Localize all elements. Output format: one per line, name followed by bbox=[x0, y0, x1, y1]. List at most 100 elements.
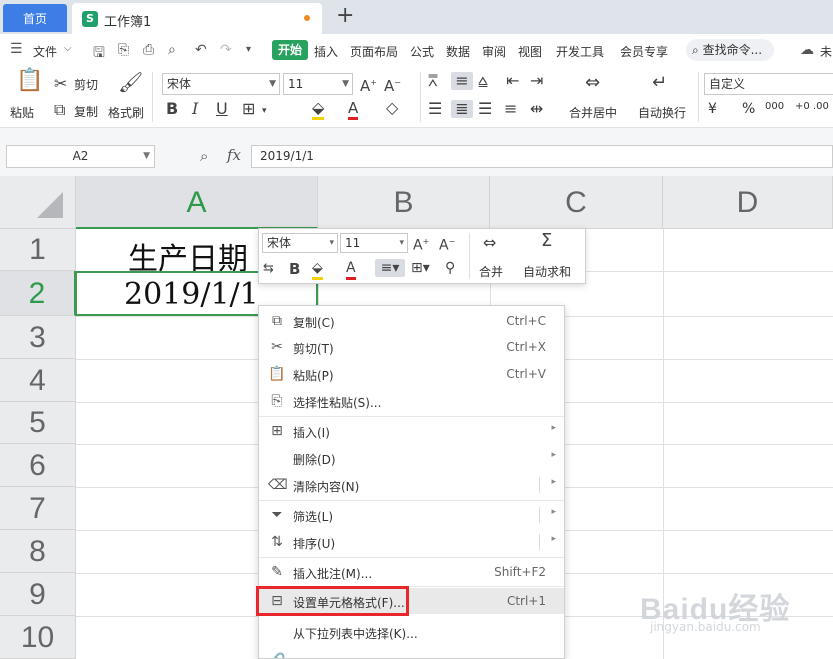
bold-icon[interactable]: B bbox=[166, 100, 178, 118]
select-all-corner[interactable] bbox=[0, 176, 76, 229]
tab-home[interactable]: 首页 bbox=[3, 4, 67, 32]
menu-item-paste-special[interactable]: ⎘ 选择性粘贴(S)... bbox=[259, 388, 564, 414]
row-header-9[interactable]: 9 bbox=[0, 573, 76, 616]
column-header-a[interactable]: A bbox=[76, 176, 318, 229]
menu-icon[interactable]: ☰ bbox=[10, 41, 23, 57]
indent-decrease-icon[interactable]: ⇤ bbox=[506, 72, 519, 90]
align-center-icon[interactable]: ≡▾ bbox=[375, 259, 405, 277]
paste-icon[interactable]: 📋 bbox=[16, 70, 43, 92]
increase-font-icon[interactable]: A+ bbox=[413, 233, 429, 255]
menu-item-pick-from-list[interactable]: 从下拉列表中选择(K)... bbox=[259, 619, 564, 645]
fill-color-icon[interactable]: ⬙ bbox=[312, 99, 325, 120]
tab-view[interactable]: 视图 bbox=[518, 43, 542, 60]
column-header-c[interactable]: C bbox=[490, 176, 663, 229]
merge-icon[interactable]: ⇔ bbox=[483, 234, 496, 252]
row-header-7[interactable]: 7 bbox=[0, 487, 76, 530]
print-icon[interactable]: ⎙ bbox=[143, 42, 154, 58]
row-header-8[interactable]: 8 bbox=[0, 530, 76, 573]
align-left-icon[interactable]: ☰ bbox=[428, 100, 442, 118]
fx-icon[interactable]: fx bbox=[227, 146, 241, 164]
redo-icon[interactable]: ↷ bbox=[220, 42, 232, 58]
align-right-icon[interactable]: ☰ bbox=[478, 100, 492, 118]
menu-item-filter[interactable]: ⏷ 筛选(L) ▸ bbox=[259, 502, 564, 528]
row-header-2[interactable]: 2 bbox=[0, 271, 76, 316]
justify-icon[interactable]: ≡ bbox=[504, 100, 517, 118]
menu-item-clear-contents[interactable]: ⌫ 清除内容(N) ▸ bbox=[259, 472, 564, 498]
menu-item-cut[interactable]: ✂ 剪切(T) Ctrl+X bbox=[259, 334, 564, 360]
border-icon[interactable]: ⊞ bbox=[242, 100, 255, 118]
format-painter-button[interactable]: 格式刷 bbox=[108, 104, 144, 121]
menu-item-copy[interactable]: ⧉ 复制(C) Ctrl+C bbox=[259, 308, 564, 334]
decrease-font-icon[interactable]: A− bbox=[384, 74, 401, 95]
tab-member[interactable]: 会员专享 bbox=[620, 43, 668, 60]
tab-page-layout[interactable]: 页面布局 bbox=[350, 43, 398, 60]
mini-font-size-select[interactable]: 11 ▾ bbox=[340, 233, 408, 253]
percent-button[interactable]: % bbox=[742, 101, 755, 117]
formula-input[interactable]: 2019/1/1 bbox=[251, 145, 833, 168]
underline-icon[interactable]: U bbox=[216, 100, 228, 118]
new-tab-button[interactable]: + bbox=[336, 4, 354, 28]
mini-font-name-select[interactable]: 宋体 ▾ bbox=[262, 233, 338, 253]
align-top-icon[interactable]: ⩞ bbox=[428, 72, 438, 90]
search-command-box[interactable]: ⌕ 查找命令... bbox=[686, 39, 774, 61]
chevron-down-icon[interactable]: ⌵ bbox=[64, 43, 72, 54]
border-icon[interactable]: ⊞▾ bbox=[411, 259, 430, 277]
format-painter-icon[interactable]: 🖌 bbox=[118, 72, 143, 92]
row-header-3[interactable]: 3 bbox=[0, 316, 76, 359]
row-header-6[interactable]: 6 bbox=[0, 444, 76, 487]
menu-item-paste[interactable]: 📋 粘贴(P) Ctrl+V bbox=[259, 361, 564, 387]
cut-button[interactable]: 剪切 bbox=[74, 76, 98, 93]
autosum-button[interactable]: 自动求和 bbox=[523, 263, 571, 280]
indent-increase-icon[interactable]: ⇥ bbox=[530, 72, 543, 90]
column-header-d[interactable]: D bbox=[663, 176, 833, 229]
row-header-10[interactable]: 10 bbox=[0, 616, 76, 659]
menu-item-insert-comment[interactable]: ✎ 插入批注(M)... Shift+F2 bbox=[259, 559, 564, 585]
currency-button[interactable]: ¥ bbox=[708, 101, 717, 117]
wrap-icon[interactable]: ⇆ bbox=[263, 260, 274, 278]
print-preview-icon[interactable]: ⌕ bbox=[168, 42, 176, 58]
clear-format-icon[interactable]: ◇ bbox=[386, 99, 398, 117]
number-format-select[interactable]: 自定义 bbox=[704, 73, 833, 95]
row-header-4[interactable]: 4 bbox=[0, 359, 76, 402]
quick-access-chevron-icon[interactable]: ▾ bbox=[246, 44, 251, 55]
font-color-icon[interactable]: A bbox=[348, 99, 359, 120]
wrap-text-button[interactable]: 自动换行 bbox=[638, 104, 686, 121]
thousands-button[interactable]: 000 bbox=[765, 101, 784, 112]
menu-item-insert[interactable]: ⊞ 插入(I) ▸ bbox=[259, 418, 564, 444]
align-middle-icon[interactable]: ≡ bbox=[451, 72, 473, 90]
sum-icon[interactable]: Σ bbox=[541, 232, 552, 250]
menu-item-delete[interactable]: 删除(D) ▸ bbox=[259, 445, 564, 471]
distributed-icon[interactable]: ⇹ bbox=[530, 100, 543, 118]
mini-merge-button[interactable]: 合并 bbox=[479, 263, 503, 280]
merge-center-button[interactable]: 合并居中 bbox=[569, 104, 617, 121]
tab-workbook[interactable]: S 工作簿1 bbox=[72, 3, 322, 34]
decrease-font-icon[interactable]: A− bbox=[439, 233, 455, 255]
name-box[interactable]: A2 ▼ bbox=[6, 145, 155, 168]
align-bottom-icon[interactable]: ⩠ bbox=[478, 72, 488, 90]
wrap-text-icon[interactable]: ↵ bbox=[652, 74, 667, 92]
tab-developer[interactable]: 开发工具 bbox=[556, 43, 604, 60]
save-icon[interactable]: 🖫 bbox=[93, 42, 105, 66]
copy-button[interactable]: 复制 bbox=[74, 103, 98, 120]
tab-data[interactable]: 数据 bbox=[446, 43, 470, 60]
column-header-b[interactable]: B bbox=[318, 176, 490, 229]
row-header-1[interactable]: 1 bbox=[0, 229, 76, 271]
fill-color-icon[interactable]: ⬙ bbox=[312, 259, 323, 280]
undo-icon[interactable]: ↶ bbox=[195, 42, 207, 58]
align-center-icon[interactable]: ≣ bbox=[451, 100, 473, 118]
format-painter-icon[interactable]: ⚲ bbox=[445, 259, 455, 277]
font-name-select[interactable]: 宋体 ▼ bbox=[162, 73, 280, 95]
menu-item-sort[interactable]: ⇅ 排序(U) ▸ bbox=[259, 529, 564, 555]
menu-item-hyperlink-partial[interactable]: 🔗 bbox=[259, 648, 564, 658]
bold-icon[interactable]: B bbox=[289, 260, 300, 278]
font-size-select[interactable]: 11 ▼ bbox=[283, 73, 353, 95]
zoom-icon[interactable]: ⌕ bbox=[200, 147, 208, 165]
font-color-icon[interactable]: A bbox=[346, 259, 356, 280]
tab-start[interactable]: 开始 bbox=[272, 40, 308, 60]
cloud-icon[interactable]: ☁ bbox=[800, 42, 814, 58]
file-menu[interactable]: 文件 bbox=[33, 43, 57, 60]
tab-insert[interactable]: 插入 bbox=[314, 43, 338, 60]
tab-review[interactable]: 审阅 bbox=[482, 43, 506, 60]
italic-icon[interactable]: I bbox=[192, 100, 198, 118]
paste-button[interactable]: 粘贴 bbox=[10, 104, 34, 121]
